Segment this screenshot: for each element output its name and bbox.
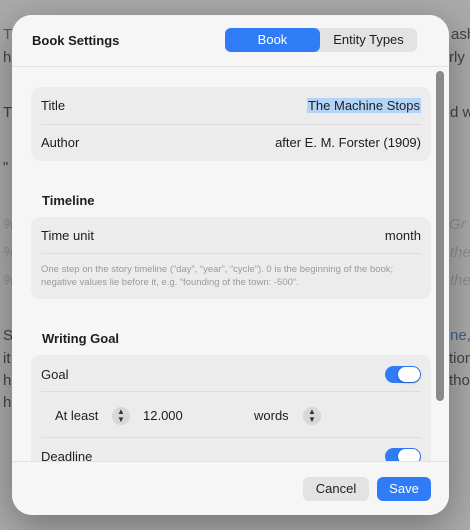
deadline-row: Deadline bbox=[31, 449, 431, 461]
scrollbar[interactable] bbox=[436, 68, 446, 461]
dialog-footer: Cancel Save bbox=[12, 461, 449, 515]
goal-row: Goal bbox=[31, 367, 431, 383]
author-row: Author after E. M. Forster (1909) bbox=[31, 135, 431, 151]
general-card: Title The Machine Stops Author after E. … bbox=[31, 87, 431, 161]
comparator-select[interactable]: At least bbox=[55, 408, 98, 423]
save-button[interactable]: Save bbox=[377, 477, 431, 501]
time-unit-row: Time unit month bbox=[31, 228, 431, 244]
writing-goal-heading: Writing Goal bbox=[42, 331, 120, 346]
dialog-body[interactable]: Title The Machine Stops Author after E. … bbox=[12, 68, 449, 461]
goal-toggle[interactable] bbox=[385, 366, 421, 383]
writing-goal-card: Goal At least 12.000 words ▲ ▼ ▲ ▼ Deadlin… bbox=[31, 355, 431, 461]
goal-label: Goal bbox=[41, 367, 69, 382]
unit-chevron-icon[interactable]: ▲ ▼ bbox=[303, 407, 321, 425]
scrollbar-thumb[interactable] bbox=[436, 71, 444, 401]
title-row: Title The Machine Stops bbox=[31, 98, 431, 114]
title-field[interactable]: The Machine Stops bbox=[306, 98, 421, 113]
deadline-toggle[interactable] bbox=[385, 448, 421, 461]
toggle-knob bbox=[398, 449, 420, 461]
deadline-label: Deadline bbox=[41, 449, 93, 461]
settings-tab-control: Book Entity Types bbox=[225, 28, 417, 52]
toggle-knob bbox=[398, 367, 420, 382]
dialog-title: Book Settings bbox=[32, 33, 120, 48]
goal-amount-row: At least 12.000 words bbox=[31, 408, 431, 424]
chevron-down-icon: ▼ bbox=[308, 415, 316, 424]
divider bbox=[41, 437, 421, 438]
tab-entity-types[interactable]: Entity Types bbox=[320, 28, 417, 52]
timeline-heading: Timeline bbox=[42, 193, 95, 208]
time-unit-label: Time unit bbox=[41, 228, 94, 243]
author-label: Author bbox=[41, 135, 80, 150]
author-field[interactable]: after E. M. Forster (1909) bbox=[275, 135, 421, 150]
timeline-card: Time unit month One step on the story ti… bbox=[31, 217, 431, 299]
divider bbox=[41, 253, 421, 254]
divider bbox=[41, 391, 421, 392]
title-label: Title bbox=[41, 98, 66, 113]
cancel-button[interactable]: Cancel bbox=[303, 477, 369, 501]
tab-book[interactable]: Book bbox=[225, 28, 320, 52]
divider bbox=[41, 124, 421, 125]
chevron-down-icon: ▼ bbox=[117, 415, 125, 424]
goal-amount-field[interactable]: 12.000 bbox=[143, 408, 183, 423]
time-unit-field[interactable]: month bbox=[385, 228, 421, 243]
goal-unit-select[interactable]: words bbox=[254, 408, 289, 423]
comparator-chevron-icon[interactable]: ▲ ▼ bbox=[112, 407, 130, 425]
book-settings-dialog: Book Settings Book Entity Types Title Th… bbox=[12, 15, 449, 515]
dialog-header: Book Settings Book Entity Types bbox=[12, 15, 449, 67]
time-unit-hint: One step on the story timeline (“day”, “… bbox=[41, 264, 394, 288]
